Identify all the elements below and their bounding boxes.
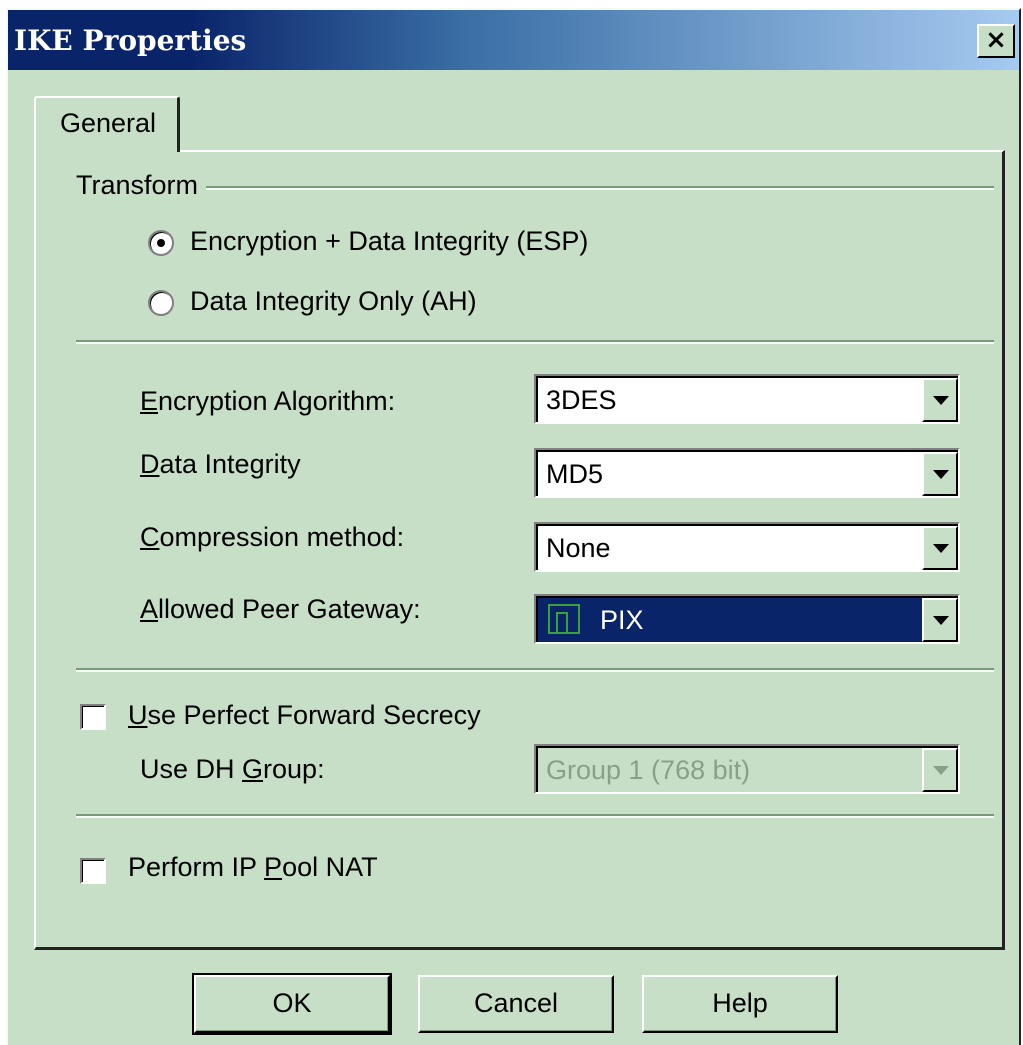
chevron-down-icon[interactable] [922,378,958,422]
transform-group-label: Transform [76,170,199,200]
compression-method-value: None [546,533,611,563]
encryption-algorithm-value: 3DES [546,385,617,415]
tab-general-label: General [60,108,157,138]
data-integrity-label: Data Integrity [140,449,301,479]
title-bar[interactable]: IKE Properties × [8,10,1019,70]
separator [76,340,994,344]
chevron-down-icon[interactable] [922,598,958,642]
pfs-label[interactable]: Use Perfect Forward Secrecy [128,700,481,731]
dh-group-value: Group 1 (768 bit) [546,755,751,785]
radio-ah[interactable] [148,290,174,316]
ip-pool-nat-checkbox[interactable] [80,858,106,884]
pix-gateway-icon [548,604,580,634]
allowed-peer-gateway-value: PIX [600,605,644,635]
chevron-down-icon[interactable] [922,452,958,496]
radio-selected-dot [157,239,165,247]
chevron-down-icon [922,748,958,792]
pfs-checkbox[interactable] [80,704,106,730]
help-button[interactable]: Help [642,975,838,1033]
allowed-peer-gateway-label: Allowed Peer Gateway: [140,594,421,624]
data-integrity-value: MD5 [546,459,604,489]
compression-method-label: Compression method: [140,522,405,552]
allowed-peer-gateway-select[interactable]: PIX [534,594,960,644]
tab-general[interactable]: General [34,96,180,152]
separator [76,814,994,818]
transform-divider [206,186,994,190]
dh-group-select: Group 1 (768 bit) [534,744,960,794]
encryption-algorithm-select[interactable]: 3DES [534,374,960,424]
radio-ah-label[interactable]: Data Integrity Only (AH) [190,286,477,317]
radio-esp-label[interactable]: Encryption + Data Integrity (ESP) [190,226,588,257]
separator [76,668,994,672]
chevron-down-icon[interactable] [922,526,958,570]
close-button[interactable]: × [977,24,1015,58]
ip-pool-nat-label[interactable]: Perform IP Pool NAT [128,852,378,883]
ike-properties-dialog: IKE Properties × General Transform Encry… [6,8,1021,1045]
ok-button[interactable]: OK [192,973,392,1035]
general-panel: Transform Encryption + Data Integrity (E… [34,150,1005,950]
dh-group-label: Use DH Group: [140,754,325,784]
data-integrity-select[interactable]: MD5 [534,448,960,498]
encryption-algorithm-label: Encryption Algorithm: [140,386,396,416]
compression-method-select[interactable]: None [534,522,960,572]
radio-esp[interactable] [148,230,174,256]
cancel-button[interactable]: Cancel [418,975,614,1033]
close-icon: × [985,25,1007,55]
dialog-title: IKE Properties [14,24,247,57]
